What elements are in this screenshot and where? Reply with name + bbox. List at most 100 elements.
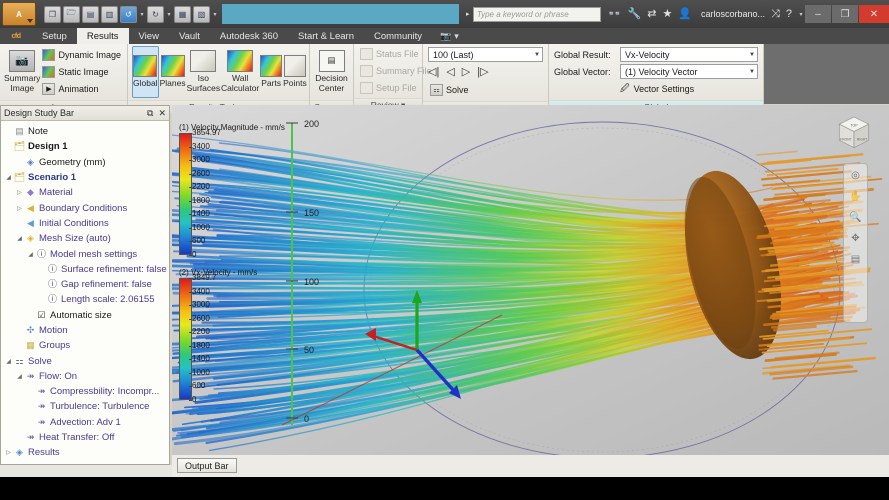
new-icon[interactable]: ❒: [44, 5, 61, 23]
tree-expander-icon[interactable]: ◢: [15, 373, 24, 380]
vector-settings-icon: 🖉: [620, 83, 630, 93]
exchange-icon[interactable]: ⇄: [647, 8, 656, 20]
navigation-bar[interactable]: ◎ ✋ 🔍 ✥ ▤: [843, 163, 868, 323]
vector-settings-button[interactable]: 🖉 Vector Settings: [554, 81, 758, 97]
tab-vault[interactable]: Vault: [169, 28, 210, 44]
tree-node[interactable]: ⓘ Length scale: 2.06155: [1, 292, 169, 307]
orbit-icon[interactable]: ✥: [847, 231, 864, 246]
print-icon[interactable]: ▦: [174, 5, 191, 23]
tab-start-and-learn[interactable]: Start & Learn: [288, 28, 364, 44]
application-menu-button[interactable]: A: [2, 2, 36, 26]
tab-results[interactable]: Results: [76, 28, 129, 44]
tree-node[interactable]: 🗂 Design 1: [1, 139, 169, 154]
iteration-step-select[interactable]: 100 (Last) ▼: [428, 47, 543, 62]
tree-node[interactable]: ▷ ◆ Material: [1, 185, 169, 200]
summary-image-button[interactable]: 📷 Summary Image: [4, 46, 40, 98]
tab-view[interactable]: View: [129, 28, 169, 44]
tab-setup[interactable]: Setup: [32, 28, 77, 44]
global-result-select[interactable]: Vx-Velocity ▼: [620, 47, 758, 62]
solve-button[interactable]: ⚏ Solve: [428, 82, 543, 98]
qat-dropdown-caret[interactable]: ▾: [212, 11, 218, 18]
close-panel-icon[interactable]: ✕: [158, 108, 166, 119]
view-cube[interactable]: TOP FRONT RIGHT: [832, 111, 876, 155]
tree-expander-icon[interactable]: ◢: [15, 235, 24, 242]
help-icon[interactable]: ?: [786, 8, 792, 20]
steering-wheel-icon[interactable]: ◎: [847, 168, 864, 183]
dynamic-image-button[interactable]: Dynamic Image: [40, 47, 123, 63]
tree-node[interactable]: ▤ Note: [1, 124, 169, 139]
close-button[interactable]: ✕: [859, 5, 889, 23]
tree-node[interactable]: ↠ Advection: Adv 1: [1, 415, 169, 430]
tree-expander-icon[interactable]: ◢: [26, 251, 35, 258]
previous-step-button[interactable]: ◁: [446, 66, 454, 78]
restore-button[interactable]: ❐: [832, 5, 858, 23]
tree-node[interactable]: ↠ Compressbility: Incompr...: [1, 384, 169, 399]
share-icon[interactable]: ⤨: [771, 8, 780, 20]
look-icon[interactable]: ▤: [847, 252, 864, 267]
tree-node[interactable]: ☑ Automatic size: [1, 308, 169, 323]
user-icon[interactable]: 👤: [678, 8, 692, 20]
save-icon[interactable]: ▤: [82, 5, 99, 23]
camera-icon: 📷: [440, 30, 452, 41]
tree-expander-icon[interactable]: ◢: [4, 358, 13, 365]
tree-node[interactable]: ⓘ Surface refinement: false: [1, 262, 169, 277]
tree-node[interactable]: ↠ Heat Transfer: Off: [1, 430, 169, 445]
search-input[interactable]: Type a keyword or phrase: [472, 6, 601, 22]
tree-node[interactable]: ⓘ Gap refinement: false: [1, 277, 169, 292]
chevron-down-icon: ▼: [749, 51, 755, 58]
tree-expander-icon[interactable]: ▷: [4, 449, 13, 456]
user-name-label[interactable]: carloscorbano...: [701, 9, 765, 19]
wrench-icon[interactable]: 🔧: [628, 8, 642, 20]
binoculars-icon[interactable]: 👓: [608, 8, 622, 20]
minimize-button[interactable]: –: [805, 5, 831, 23]
output-bar-button[interactable]: Output Bar: [177, 458, 237, 473]
tree-node[interactable]: ◈ Geometry (mm): [1, 155, 169, 170]
parts-task-button[interactable]: Parts: [260, 46, 283, 98]
tree-expander-icon[interactable]: ▷: [15, 205, 24, 212]
float-panel-icon[interactable]: ⧉: [147, 108, 153, 119]
tree-node[interactable]: ◢ ⚏ Solve: [1, 353, 169, 368]
tree-node[interactable]: ◢ ⓘ Model mesh settings: [1, 246, 169, 261]
tree-node[interactable]: ◢ ◈ Mesh Size (auto): [1, 231, 169, 246]
planes-task-button[interactable]: Planes: [160, 46, 186, 98]
static-image-button[interactable]: Static Image: [40, 64, 123, 80]
tree-node[interactable]: ▷ ◀ Boundary Conditions: [1, 200, 169, 215]
tree-node[interactable]: ◢ 🗂 Scenario 1: [1, 170, 169, 185]
tree-node[interactable]: ▷ ◈ Results: [1, 445, 169, 460]
tree-node[interactable]: ↠ Turbulence: Turbulence: [1, 399, 169, 414]
animation-button[interactable]: ▶ Animation: [40, 81, 123, 97]
pan-hand-icon[interactable]: ✋: [847, 189, 864, 204]
3d-viewport[interactable]: 200 150 100 50 0 (1) Velocity Magnitude …: [172, 105, 889, 457]
tree-node[interactable]: ✣ Motion: [1, 323, 169, 338]
next-step-button[interactable]: ▷: [462, 66, 470, 78]
camera-capture-menu[interactable]: 📷 ▾: [440, 28, 459, 44]
tree-node[interactable]: ▦ Groups: [1, 338, 169, 353]
tree-node[interactable]: ◢ ↠ Flow: On: [1, 369, 169, 384]
last-step-button[interactable]: |▷: [477, 66, 488, 78]
legend-2-title: (2) Vx-Velocity - mm/s: [179, 268, 258, 277]
tab-autodesk-360[interactable]: Autodesk 360: [210, 28, 288, 44]
points-task-button[interactable]: Points: [283, 46, 307, 98]
undo-dropdown-caret[interactable]: ▾: [139, 11, 145, 18]
favorites-star-icon[interactable]: ★: [662, 8, 672, 20]
wall-calculator-button[interactable]: Wall Calculator: [221, 46, 259, 98]
tree-expander-icon[interactable]: ◢: [4, 174, 13, 181]
undo-icon[interactable]: ↺: [120, 5, 137, 23]
global-task-button[interactable]: Global: [132, 46, 159, 98]
global-vector-select[interactable]: (1) Velocity Vector ▼: [620, 64, 758, 79]
tree-expander-icon[interactable]: ▷: [15, 189, 24, 196]
legend-tick-label: 3000: [189, 300, 210, 310]
decision-center-button[interactable]: ▤ Decision Center: [314, 46, 349, 98]
tab-community[interactable]: Community: [364, 28, 432, 44]
open-icon[interactable]: 🗁: [63, 5, 80, 23]
summary-file-icon: [360, 65, 373, 77]
iso-surfaces-task-button[interactable]: Iso Surfaces: [187, 46, 220, 98]
zoom-icon[interactable]: 🔍: [847, 210, 864, 225]
tree-node[interactable]: ◀ Initial Conditions: [1, 216, 169, 231]
save-as-icon[interactable]: ▥: [101, 5, 118, 23]
redo-icon[interactable]: ↻: [147, 5, 164, 23]
first-step-button[interactable]: ◁|: [428, 66, 439, 78]
redo-dropdown-caret[interactable]: ▾: [166, 11, 172, 18]
search-expand-arrow[interactable]: ▸: [463, 10, 473, 18]
customize-icon[interactable]: ▧: [193, 5, 210, 23]
